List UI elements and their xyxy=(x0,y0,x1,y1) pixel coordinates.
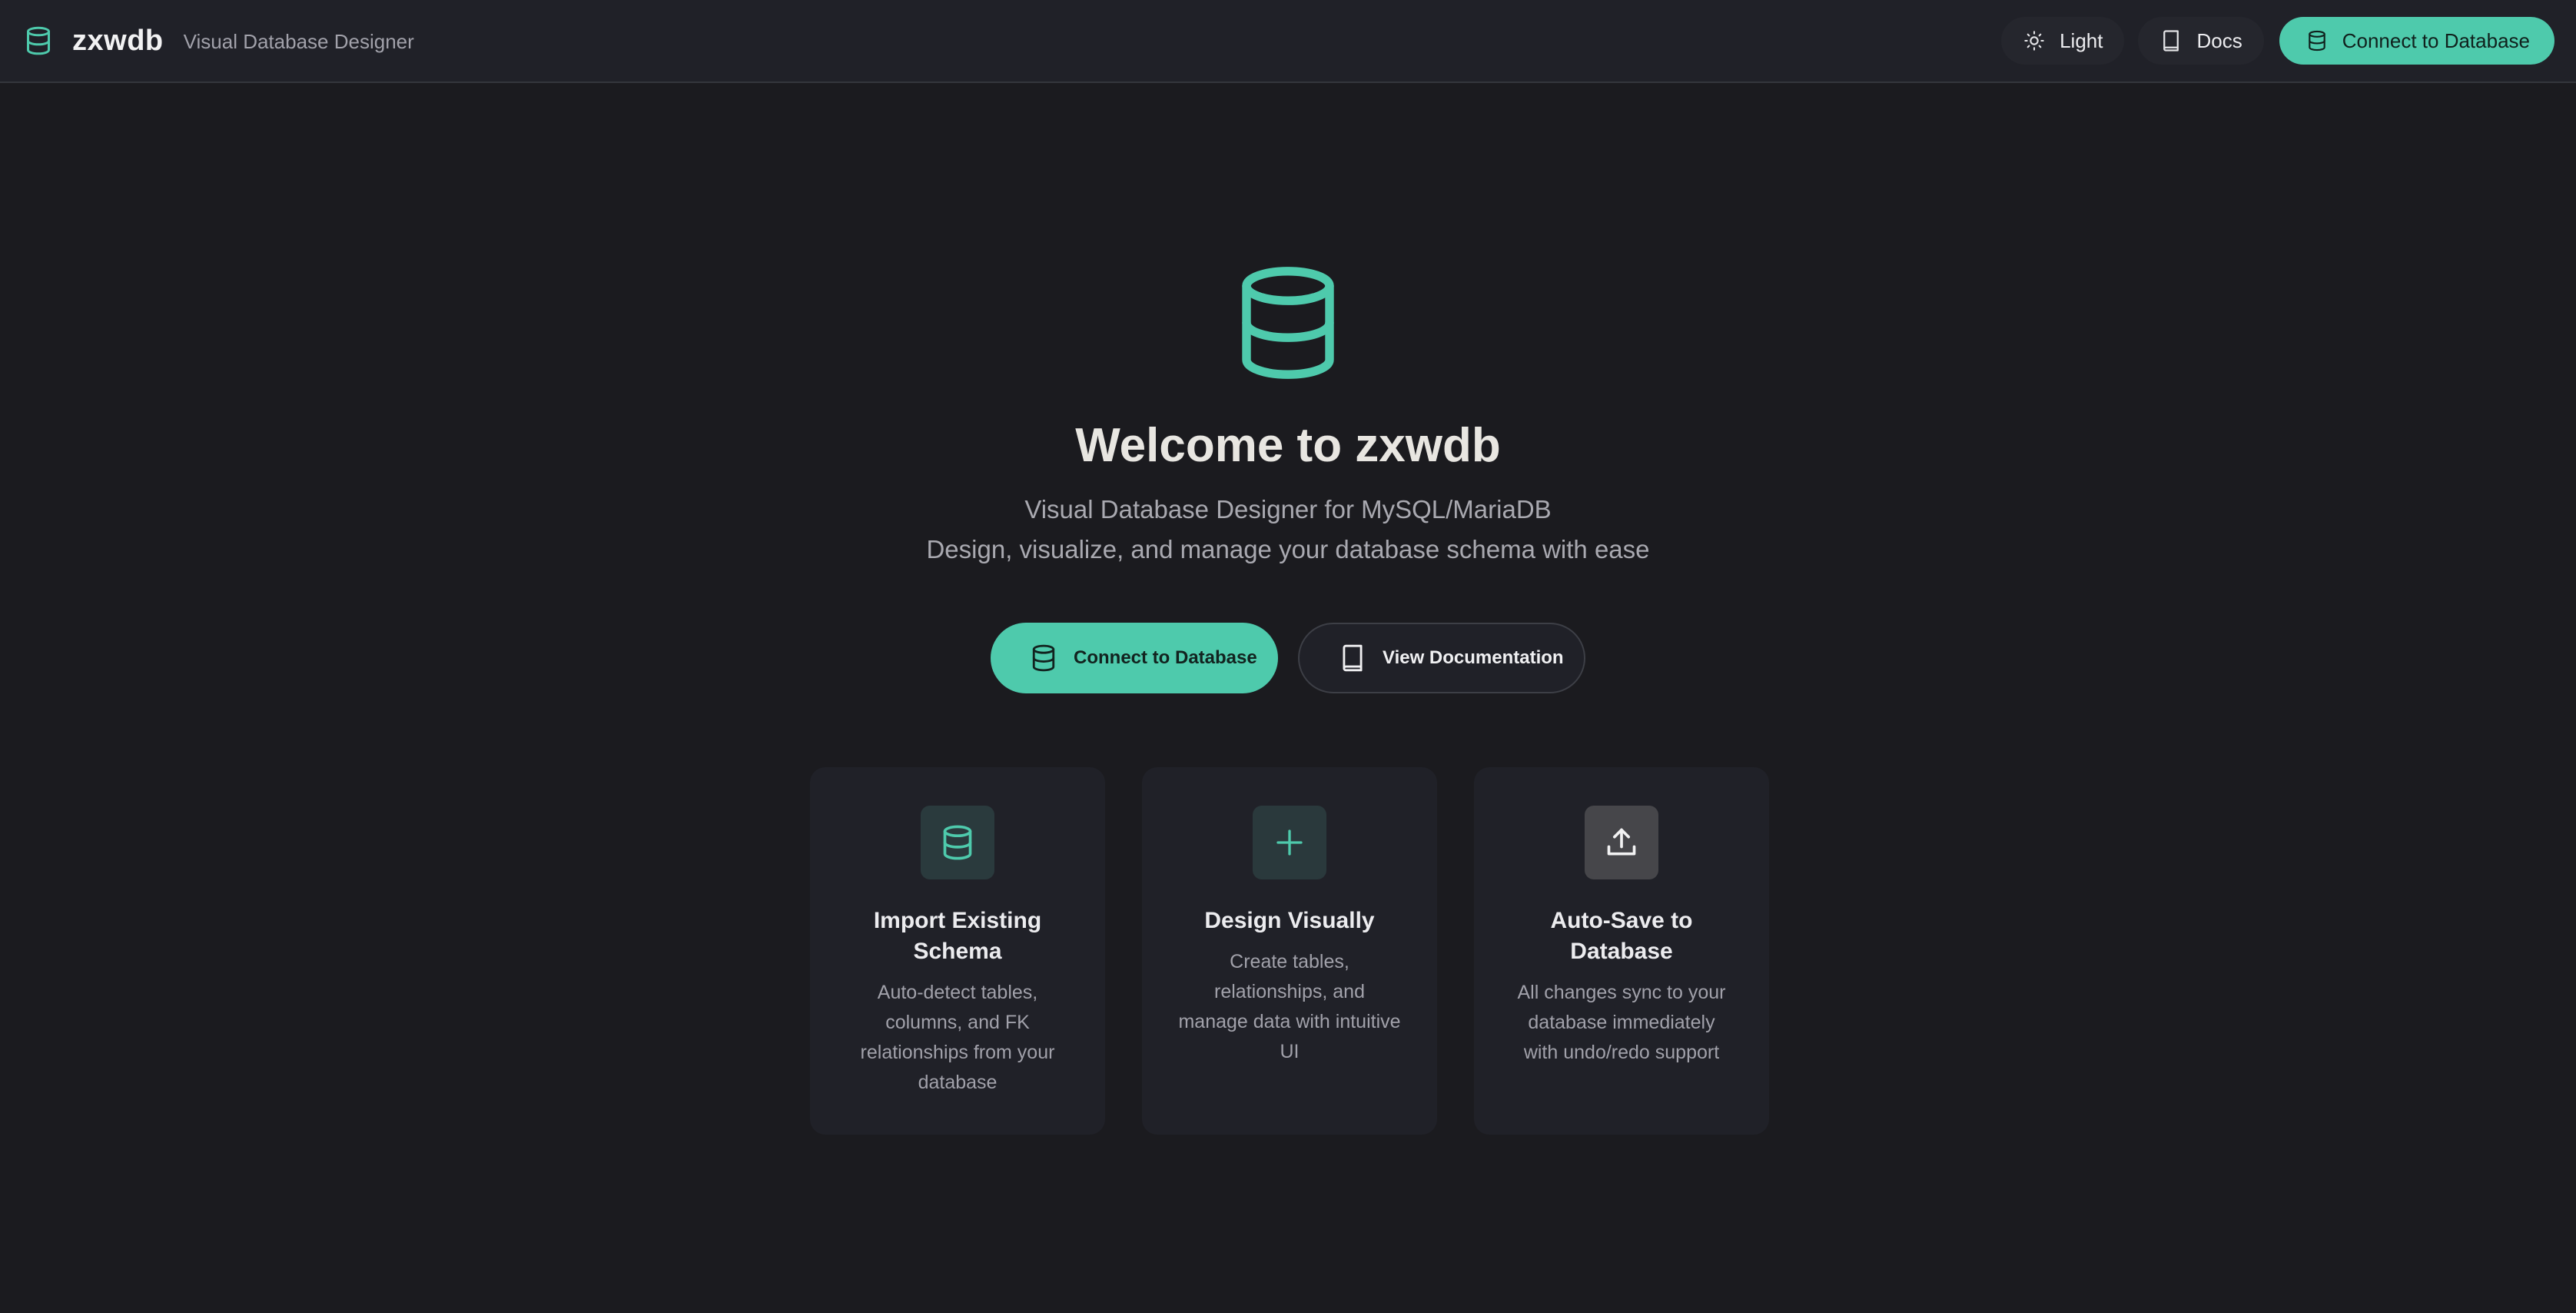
cta-row: Connect to Database View Documentation xyxy=(0,623,2576,693)
welcome-screen: Welcome to zxwdb Visual Database Designe… xyxy=(0,85,2576,1311)
app-subtitle: Visual Database Designer xyxy=(183,29,414,53)
page-title: Welcome to zxwdb xyxy=(1075,419,1501,472)
database-icon xyxy=(22,24,55,58)
feature-cards: Import Existing Schema Auto-detect table… xyxy=(810,767,1769,1135)
feature-card-auto-save: Auto-Save to Database All changes sync t… xyxy=(1474,767,1769,1135)
feature-title: Design Visually xyxy=(1204,908,1375,933)
feature-card-design-visually: Design Visually Create tables, relations… xyxy=(1142,767,1437,1135)
feature-card-import-schema: Import Existing Schema Auto-detect table… xyxy=(810,767,1105,1135)
database-icon xyxy=(1233,263,1343,383)
connect-database-cta-label: Connect to Database xyxy=(1074,647,1257,668)
top-bar: zxwdb Visual Database Designer Light Doc… xyxy=(0,0,2576,83)
book-icon xyxy=(1338,643,1367,673)
theme-toggle-label: Light xyxy=(2060,28,2103,52)
feature-description: Create tables, relationships, and manage… xyxy=(1178,951,1401,1062)
connect-database-label: Connect to Database xyxy=(2342,28,2530,52)
database-icon xyxy=(921,806,994,879)
theme-toggle-button[interactable]: Light xyxy=(2001,17,2125,65)
connect-database-button[interactable]: Connect to Database xyxy=(2279,17,2554,65)
docs-button[interactable]: Docs xyxy=(2138,17,2264,65)
app-name: zxwdb xyxy=(72,24,164,57)
upload-icon xyxy=(1585,806,1658,879)
feature-title: Auto-Save to Database xyxy=(1550,908,1693,964)
docs-label: Docs xyxy=(2196,28,2242,52)
feature-description: All changes sync to your database immedi… xyxy=(1517,982,1726,1063)
sun-icon xyxy=(2023,29,2046,52)
top-actions: Light Docs Connect to Database xyxy=(1987,17,2554,65)
feature-description: Auto-detect tables, columns, and FK rela… xyxy=(860,982,1055,1093)
database-icon xyxy=(2305,29,2329,52)
view-documentation-button[interactable]: View Documentation xyxy=(1298,623,1585,693)
connect-database-cta[interactable]: Connect to Database xyxy=(991,623,1278,693)
view-documentation-label: View Documentation xyxy=(1383,647,1564,668)
feature-title: Import Existing Schema xyxy=(873,908,1042,964)
plus-icon xyxy=(1253,806,1326,879)
brand[interactable]: zxwdb Visual Database Designer xyxy=(22,24,414,58)
hero-tagline: Design, visualize, and manage your datab… xyxy=(926,535,1650,563)
database-icon xyxy=(1029,643,1058,673)
hero-subtitle: Visual Database Designer for MySQL/Maria… xyxy=(1024,495,1552,524)
book-icon xyxy=(2159,29,2183,52)
